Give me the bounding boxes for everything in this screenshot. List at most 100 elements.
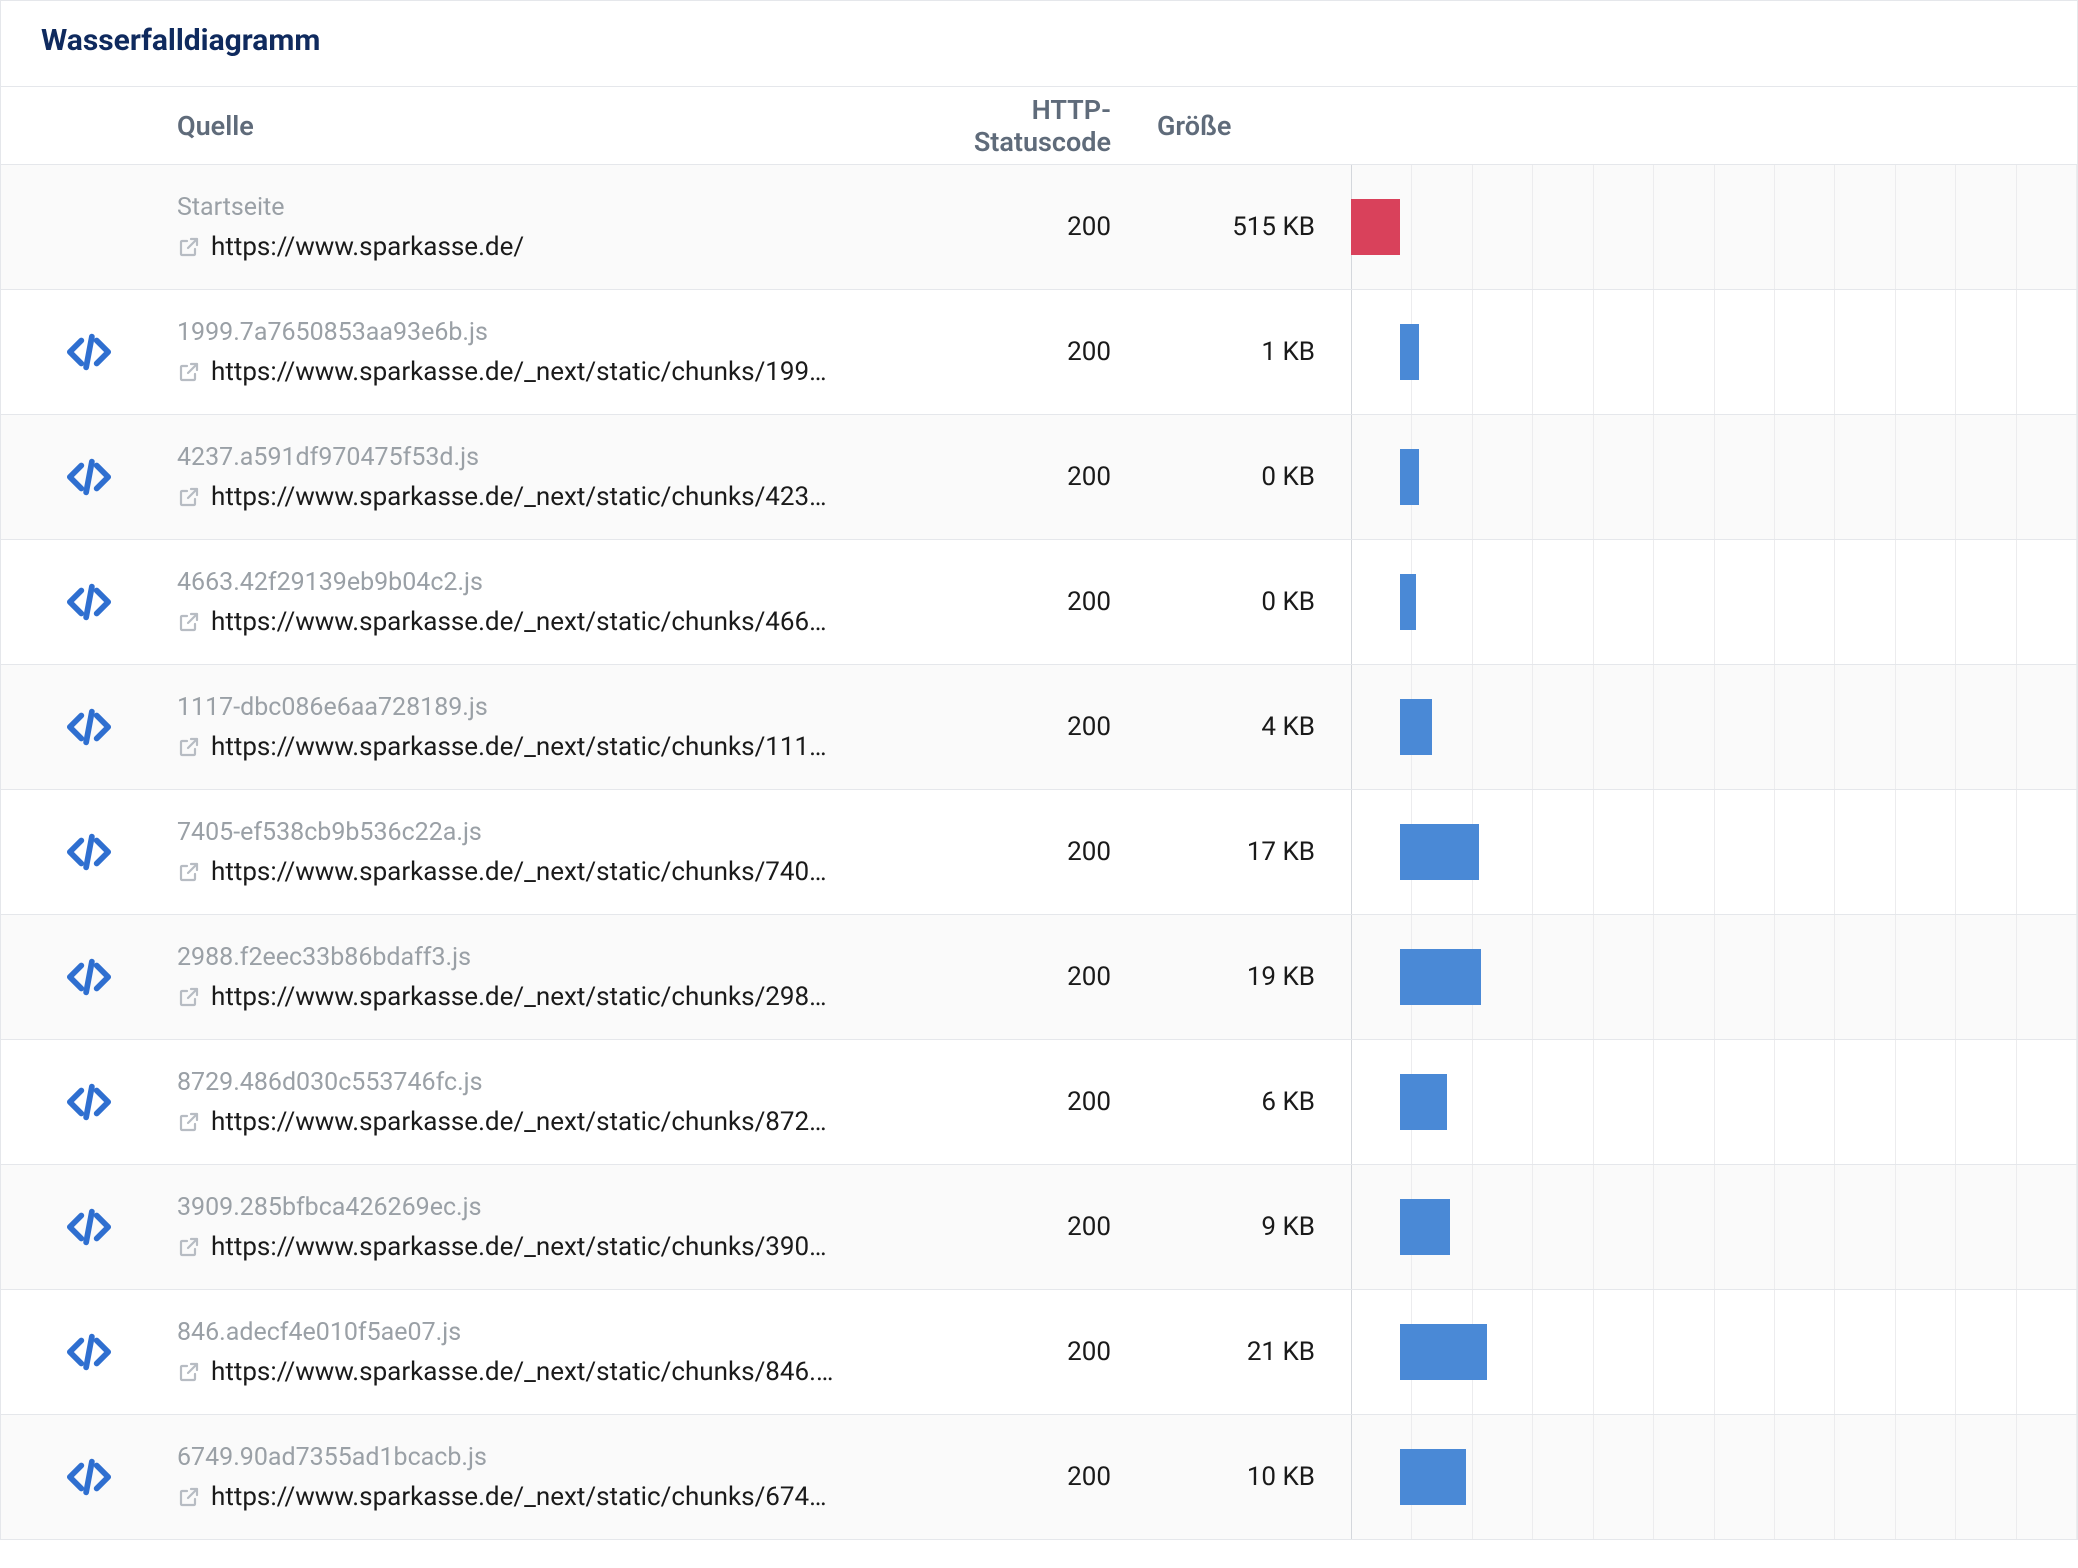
source-cell: 3909.285bfbca426269ec.js https://www.spar… [177, 1193, 911, 1262]
resource-title: 4237.a591df970475f53d.js [177, 443, 891, 472]
external-link-icon[interactable] [177, 1110, 201, 1134]
waterfall-bar[interactable] [1400, 449, 1418, 505]
waterfall-gridlines [1351, 540, 2077, 664]
status-code: 200 [911, 962, 1151, 992]
external-link-icon[interactable] [177, 1360, 201, 1384]
table-row[interactable]: 1999.7a7650853aa93e6b.js https://www.spar… [1, 289, 2077, 414]
resource-title: 3909.285bfbca426269ec.js [177, 1193, 891, 1222]
code-icon [60, 1204, 118, 1250]
source-cell: Startseite https://www.sparkasse.de/ [177, 193, 911, 262]
external-link-icon[interactable] [177, 860, 201, 884]
waterfall-bar[interactable] [1400, 1199, 1450, 1255]
table-row[interactable]: 6749.90ad7355ad1bcacb.js https://www.spar… [1, 1414, 2077, 1539]
code-icon [60, 1454, 118, 1500]
source-cell: 4663.42f29139eb9b04c2.js https://www.spar… [177, 568, 911, 637]
resource-title: Startseite [177, 193, 891, 222]
size-value: 17 KB [1151, 837, 1351, 867]
waterfall-bar[interactable] [1400, 324, 1418, 380]
code-icon [60, 1329, 118, 1375]
resource-url[interactable]: https://www.sparkasse.de/_next/static/ch… [211, 1232, 827, 1262]
resource-url[interactable]: https://www.sparkasse.de/_next/static/ch… [211, 732, 827, 762]
size-value: 0 KB [1151, 462, 1351, 492]
col-header-status[interactable]: HTTP-Statuscode [911, 94, 1151, 158]
waterfall-bar[interactable] [1400, 824, 1478, 880]
code-icon [60, 1079, 118, 1125]
waterfall-bar[interactable] [1400, 1324, 1486, 1380]
table-row[interactable]: 3909.285bfbca426269ec.js https://www.spar… [1, 1164, 2077, 1289]
external-link-icon[interactable] [177, 1235, 201, 1259]
resource-type-icon-cell [1, 1329, 177, 1375]
source-cell: 2988.f2eec33b86bdaff3.jshttps://www.spar… [177, 943, 911, 1012]
resource-type-icon-cell [1, 954, 177, 1000]
source-cell: 8729.486d030c553746fc.js https://www.spar… [177, 1068, 911, 1137]
size-value: 10 KB [1151, 1462, 1351, 1492]
waterfall-gridlines [1351, 1165, 2077, 1289]
code-icon [60, 454, 118, 500]
resource-url[interactable]: https://www.sparkasse.de/_next/static/ch… [211, 1357, 833, 1387]
table-row[interactable]: 7405-ef538cb9b536c22a.jshttps://www.spar… [1, 789, 2077, 914]
table-row[interactable]: 4237.a591df970475f53d.js https://www.spar… [1, 414, 2077, 539]
external-link-icon[interactable] [177, 485, 201, 509]
status-code: 200 [911, 1212, 1151, 1242]
table-row[interactable]: 4663.42f29139eb9b04c2.js https://www.spar… [1, 539, 2077, 664]
waterfall-bar[interactable] [1400, 1449, 1465, 1505]
resource-url[interactable]: https://www.sparkasse.de/_next/static/ch… [211, 482, 827, 512]
source-cell: 1999.7a7650853aa93e6b.js https://www.spar… [177, 318, 911, 387]
status-code: 200 [911, 1087, 1151, 1117]
resource-url[interactable]: https://www.sparkasse.de/_next/static/ch… [211, 1107, 827, 1137]
resource-url[interactable]: https://www.sparkasse.de/_next/static/ch… [211, 607, 827, 637]
waterfall-bar[interactable] [1400, 699, 1432, 755]
external-link-icon[interactable] [177, 985, 201, 1009]
table-row[interactable]: 8729.486d030c553746fc.js https://www.spar… [1, 1039, 2077, 1164]
source-cell: 1117-dbc086e6aa728189.jshttps://www.spar… [177, 693, 911, 762]
resource-title: 4663.42f29139eb9b04c2.js [177, 568, 891, 597]
col-header-size[interactable]: Größe [1151, 110, 1351, 142]
external-link-icon[interactable] [177, 360, 201, 384]
waterfall-cell [1351, 665, 2077, 789]
size-value: 6 KB [1151, 1087, 1351, 1117]
table-row[interactable]: Startseitehttps://www.sparkasse.de/20051… [1, 164, 2077, 289]
external-link-icon[interactable] [177, 235, 201, 259]
table-header: Quelle HTTP-Statuscode Größe [1, 86, 2077, 164]
table-row[interactable]: 2988.f2eec33b86bdaff3.jshttps://www.spar… [1, 914, 2077, 1039]
waterfall-gridlines [1351, 290, 2077, 414]
size-value: 9 KB [1151, 1212, 1351, 1242]
code-icon [60, 704, 118, 750]
resource-type-icon-cell [1, 1079, 177, 1125]
waterfall-cell [1351, 165, 2077, 289]
table-row[interactable]: 1117-dbc086e6aa728189.jshttps://www.spar… [1, 664, 2077, 789]
waterfall-gridlines [1351, 165, 2077, 289]
resource-type-icon-cell [1, 579, 177, 625]
external-link-icon[interactable] [177, 1485, 201, 1509]
waterfall-bar[interactable] [1400, 1074, 1446, 1130]
resource-type-icon-cell [1, 454, 177, 500]
table-row[interactable]: 846.adecf4e010f5ae07.js https://www.spark… [1, 1289, 2077, 1414]
waterfall-cell [1351, 1290, 2077, 1414]
resource-title: 8729.486d030c553746fc.js [177, 1068, 891, 1097]
resource-title: 1999.7a7650853aa93e6b.js [177, 318, 891, 347]
waterfall-gridlines [1351, 415, 2077, 539]
waterfall-gridlines [1351, 665, 2077, 789]
panel-title: Wasserfalldiagramm [1, 1, 2077, 86]
size-value: 515 KB [1151, 212, 1351, 242]
external-link-icon[interactable] [177, 735, 201, 759]
resource-url[interactable]: https://www.sparkasse.de/_next/static/ch… [211, 357, 827, 387]
resource-title: 846.adecf4e010f5ae07.js [177, 1318, 891, 1347]
resource-url[interactable]: https://www.sparkasse.de/_next/static/ch… [211, 857, 827, 887]
col-header-source[interactable]: Quelle [177, 110, 911, 142]
waterfall-bar[interactable] [1400, 574, 1416, 630]
waterfall-cell [1351, 915, 2077, 1039]
waterfall-panel: Wasserfalldiagramm Quelle HTTP-Statuscod… [0, 0, 2078, 1540]
resource-url[interactable]: https://www.sparkasse.de/_next/static/ch… [211, 1482, 827, 1512]
waterfall-cell [1351, 1165, 2077, 1289]
waterfall-bar[interactable] [1351, 199, 1400, 255]
status-code: 200 [911, 1337, 1151, 1367]
external-link-icon[interactable] [177, 610, 201, 634]
resource-title: 6749.90ad7355ad1bcacb.js [177, 1443, 891, 1472]
waterfall-bar[interactable] [1400, 949, 1481, 1005]
status-code: 200 [911, 587, 1151, 617]
resource-url[interactable]: https://www.sparkasse.de/_next/static/ch… [211, 982, 827, 1012]
resource-type-icon-cell [1, 1454, 177, 1500]
resource-url[interactable]: https://www.sparkasse.de/ [211, 232, 524, 262]
source-cell: 846.adecf4e010f5ae07.js https://www.spark… [177, 1318, 911, 1387]
